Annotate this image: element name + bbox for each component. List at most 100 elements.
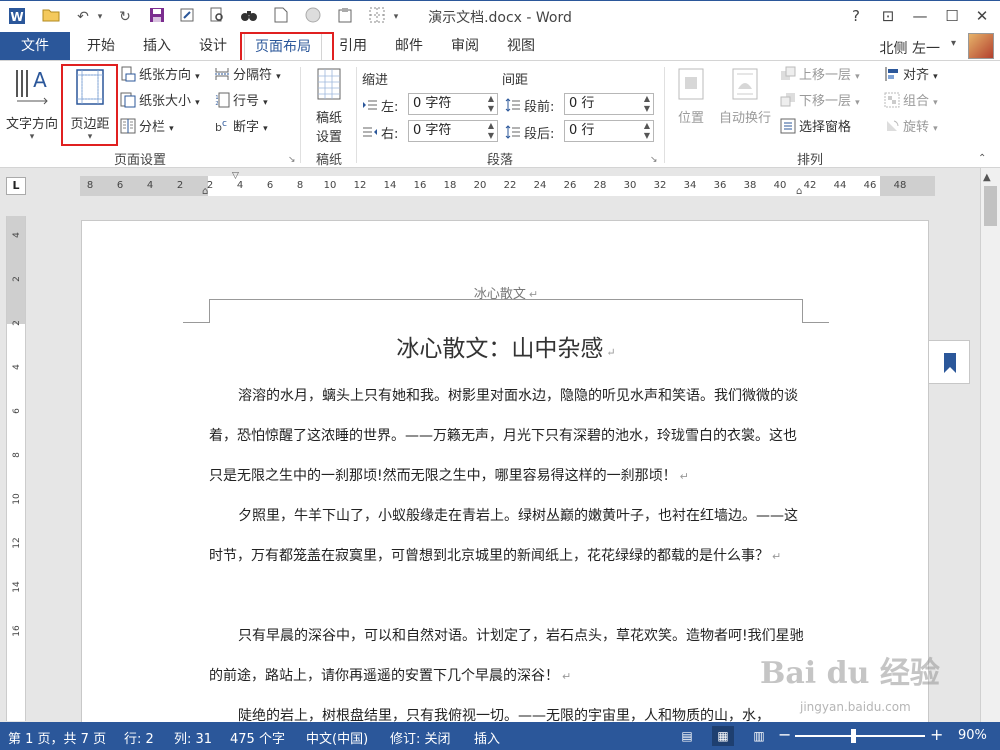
ruler-tick-label: 14 [383, 180, 397, 191]
minimize-button[interactable]: — [906, 5, 934, 27]
paper-size-icon [120, 92, 136, 108]
position-button[interactable]: 位置 [670, 67, 712, 126]
rotate-button[interactable]: 旋转 ▾ [884, 117, 938, 139]
help-button[interactable]: ? [842, 5, 870, 27]
arrange-group-label: 排列 [796, 153, 823, 168]
zoom-out-button[interactable]: − [778, 725, 791, 744]
document-heading[interactable]: 冰心散文：山中杂感 ↵ [82, 329, 930, 363]
spacing-before-input[interactable]: 0 行 ▲ ▼ [564, 93, 654, 115]
spin-arrows-icon[interactable]: ▲ ▼ [644, 121, 650, 141]
paragraph-launcher-icon[interactable]: ↘ [650, 155, 658, 165]
ruler-tick-label: 44 [833, 180, 847, 191]
wrap-text-button[interactable]: 自动换行 [714, 67, 776, 126]
breaks-button[interactable]: 分隔符 ▾ [214, 65, 281, 87]
tab-mailings[interactable]: 邮件 [384, 32, 434, 60]
tab-references[interactable]: 引用 [328, 32, 378, 60]
bookmark-button[interactable] [928, 340, 970, 384]
status-insert-mode[interactable]: 插入 [474, 728, 500, 747]
ribbon-display-options-button[interactable]: ⊡ [874, 5, 902, 27]
tab-home[interactable]: 开始 [76, 32, 126, 60]
zoom-percent[interactable]: 90% [958, 728, 987, 743]
ribbon-page-layout: A 文字方向 ▾ 页边距 ▾ 纸张方向 ▾ 纸张大小 ▾ 分栏 ▾ 分隔符 ▾ … [0, 60, 1000, 168]
paragraph[interactable]: 夕照里，牛羊下山了，小蚁般缘走在青岩上。绿树丛巅的嫩黄叶子，也衬在红墙边。——这… [209, 496, 805, 577]
vertical-ruler[interactable]: 4 2 2 4 6 8 10 12 14 16 [6, 216, 26, 721]
group-button[interactable]: 组合 ▾ [884, 91, 938, 113]
status-track-changes[interactable]: 修订: 关闭 [390, 728, 451, 747]
tab-file[interactable]: 文件 [0, 32, 70, 60]
selection-pane-button[interactable]: 选择窗格 [780, 117, 851, 139]
ruler-tick-label: 6 [116, 180, 124, 191]
position-icon [670, 67, 712, 105]
vertical-scrollbar[interactable]: ▲ [980, 168, 1000, 722]
margins-button[interactable]: 页边距 ▾ [64, 67, 116, 142]
ruler-tick-label: 26 [563, 180, 577, 191]
vertical-ruler-tick-label: 16 [12, 625, 22, 637]
hyphenation-button[interactable]: b c 断字 ▾ [214, 117, 268, 139]
orientation-button[interactable]: 纸张方向 ▾ [120, 65, 200, 87]
spacing-after-icon [505, 125, 521, 141]
ruler-tick-label: 4 [236, 180, 244, 191]
status-language[interactable]: 中文(中国) [306, 728, 368, 747]
collapse-ribbon-icon[interactable]: ⌃ [978, 153, 986, 164]
tab-insert[interactable]: 插入 [132, 32, 182, 60]
indent-left-input[interactable]: 0 字符 ▲ ▼ [408, 93, 498, 115]
vertical-ruler-tick-label: 14 [12, 581, 22, 593]
indent-left-label: 左: [362, 96, 398, 115]
manuscript-settings-button[interactable]: 稿纸 设置 [306, 67, 352, 145]
size-button[interactable]: 纸张大小 ▾ [120, 91, 200, 113]
scroll-up-arrow-icon[interactable]: ▲ [983, 172, 991, 183]
status-column[interactable]: 列: 31 [174, 728, 212, 747]
spin-arrows-icon[interactable]: ▲ ▼ [644, 94, 650, 114]
breaks-icon [214, 66, 230, 82]
paragraph[interactable]: 陡绝的岩上，树根盘结里，只有我俯视一切。——无限的宇宙里，人和物质的山，水， [209, 696, 805, 722]
right-indent-marker-icon[interactable]: ⌂ [796, 186, 802, 197]
document-page[interactable]: 冰心散文 ↵ 冰心散文：山中杂感 ↵ 溶溶的水月，螭头上只有她和我。树影里对面水边，… [81, 220, 929, 722]
vertical-ruler-tick-label: 8 [12, 452, 22, 458]
line-numbers-label: 行号 [233, 94, 260, 109]
tab-review[interactable]: 审阅 [440, 32, 490, 60]
zoom-in-button[interactable]: + [930, 725, 943, 744]
status-word-count[interactable]: 475 个字 [230, 728, 285, 747]
first-line-indent-marker-icon[interactable]: ▽ [232, 171, 239, 181]
paragraph[interactable]: 只有早晨的深谷中，可以和自然对语。计划定了，岩石点头，草花欢笑。造物者呵!我们星… [209, 616, 805, 697]
line-numbers-button[interactable]: 1 2 行号 ▾ [214, 91, 268, 113]
close-button[interactable]: ✕ [968, 5, 996, 27]
columns-button[interactable]: 分栏 ▾ [120, 117, 174, 139]
user-dropdown-icon[interactable]: ▾ [951, 38, 956, 49]
status-line[interactable]: 行: 2 [124, 728, 154, 747]
maximize-button[interactable]: ☐ [938, 5, 966, 27]
user-name[interactable]: 北侧 左一 [880, 38, 940, 58]
spin-arrows-icon[interactable]: ▲ ▼ [488, 121, 494, 141]
avatar[interactable] [968, 33, 994, 59]
align-label: 对齐 [903, 68, 930, 83]
zoom-slider[interactable] [795, 735, 925, 737]
spin-arrows-icon[interactable]: ▲ ▼ [488, 94, 494, 114]
tab-view[interactable]: 视图 [496, 32, 546, 60]
spacing-after-input[interactable]: 0 行 ▲ ▼ [564, 120, 654, 142]
align-button[interactable]: 对齐 ▾ [884, 65, 938, 87]
tab-design[interactable]: 设计 [188, 32, 238, 60]
scrollbar-thumb[interactable] [984, 186, 997, 226]
print-layout-view-icon[interactable]: ▦ [712, 726, 734, 746]
text-direction-button[interactable]: A 文字方向 ▾ [4, 67, 60, 142]
document-canvas[interactable]: 冰心散文 ↵ 冰心散文：山中杂感 ↵ 溶溶的水月，螭头上只有她和我。树影里对面水边，… [30, 200, 980, 722]
tab-page-layout[interactable]: 页面布局 [244, 32, 322, 60]
ruler-tick-label: 32 [653, 180, 667, 191]
size-label: 纸张大小 [139, 94, 192, 109]
group-label: 组合 [903, 94, 930, 109]
status-page-count[interactable]: 第 1 页，共 7 页 [8, 728, 106, 747]
send-backward-button[interactable]: 下移一层 ▾ [780, 91, 860, 113]
hanging-indent-marker-icon[interactable]: ⌂ [202, 186, 208, 197]
indent-right-input[interactable]: 0 字符 ▲ ▼ [408, 120, 498, 142]
paragraph[interactable]: 溶溶的水月，螭头上只有她和我。树影里对面水边，隐隐的听见水声和笑语。我们微微的谈… [209, 376, 805, 497]
zoom-slider-handle[interactable] [850, 729, 856, 743]
tab-selector[interactable]: L [6, 177, 26, 195]
page-setup-launcher-icon[interactable]: ↘ [288, 155, 296, 165]
read-mode-view-icon[interactable]: ▤ [676, 726, 698, 746]
vertical-ruler-tick-label: 10 [12, 493, 22, 505]
horizontal-ruler[interactable]: 8 6 4 2 2 4 6 8 10 12 14 16 18 20 22 24 26 28 30 32 34 36 38 40… [80, 171, 935, 197]
bring-forward-button[interactable]: 上移一层 ▾ [780, 65, 860, 87]
manuscript-group-label: 稿纸 [315, 153, 342, 168]
web-layout-view-icon[interactable]: ▥ [748, 726, 770, 746]
manuscript-icon [306, 67, 352, 105]
